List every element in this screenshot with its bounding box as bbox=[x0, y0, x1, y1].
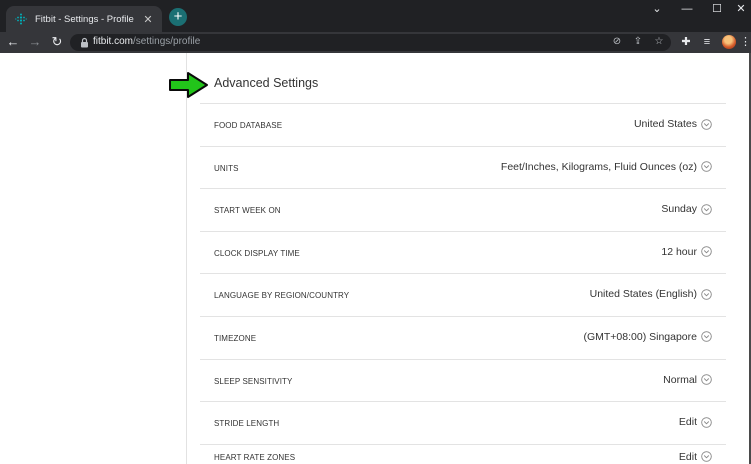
setting-value-dropdown[interactable]: Normal bbox=[663, 374, 712, 386]
close-tab-icon[interactable]: ✕ bbox=[142, 13, 154, 26]
url-text: fitbit.com/settings/profile bbox=[93, 36, 200, 47]
setting-value: Feet/Inches, Kilograms, Fluid Ounces (oz… bbox=[500, 160, 697, 173]
setting-value: Edit bbox=[678, 450, 697, 463]
setting-label: FOOD DATABASE bbox=[214, 121, 283, 130]
setting-value-dropdown[interactable]: United States bbox=[634, 118, 712, 130]
address-bar[interactable]: fitbit.com/settings/profile ⊘ ⇪ ☆ bbox=[70, 34, 671, 51]
bookmark-star-icon[interactable]: ☆ bbox=[652, 35, 666, 49]
page-content: Advanced Settings FOOD DATABASE United S… bbox=[0, 53, 751, 464]
green-arrow-icon bbox=[169, 72, 208, 98]
setting-value: United States (English) bbox=[589, 288, 697, 301]
setting-value: Sunday bbox=[661, 203, 697, 216]
close-window-icon[interactable]: ✕ bbox=[726, 0, 751, 18]
minimize-icon[interactable]: — bbox=[672, 0, 702, 18]
avatar[interactable] bbox=[722, 35, 736, 49]
setting-row-clock-display-time[interactable]: CLOCK DISPLAY TIME 12 hour bbox=[200, 230, 726, 274]
section-title: Advanced Settings bbox=[214, 76, 319, 90]
setting-label: UNITS bbox=[214, 163, 239, 173]
setting-label: STRIDE LENGTH bbox=[214, 419, 280, 429]
setting-value-dropdown[interactable]: Feet/Inches, Kilograms, Fluid Ounces (oz… bbox=[501, 161, 712, 173]
setting-value-dropdown[interactable]: 12 hour bbox=[661, 246, 712, 258]
browser-tab[interactable]: Fitbit - Settings - Profile ✕ bbox=[6, 6, 162, 32]
setting-value-dropdown[interactable]: Edit bbox=[679, 451, 712, 463]
chevron-down-icon bbox=[701, 203, 712, 215]
setting-value: United States bbox=[633, 118, 697, 130]
setting-label: LANGUAGE BY REGION/COUNTRY bbox=[214, 291, 350, 301]
setting-value-dropdown[interactable]: Edit bbox=[679, 416, 712, 428]
setting-value-dropdown[interactable]: United States (English) bbox=[590, 288, 712, 300]
settings-list: FOOD DATABASE United States UNITS Feet/I… bbox=[200, 103, 726, 464]
setting-value: Normal bbox=[663, 373, 697, 386]
share-icon[interactable]: ⇪ bbox=[631, 35, 645, 49]
url-path: /settings/profile bbox=[133, 36, 201, 47]
new-tab-button[interactable]: + bbox=[169, 8, 187, 26]
chevron-down-icon bbox=[701, 416, 712, 428]
eye-off-icon[interactable]: ⊘ bbox=[610, 35, 624, 49]
reload-icon[interactable]: ↻ bbox=[49, 34, 65, 50]
setting-row-food-database[interactable]: FOOD DATABASE United States bbox=[200, 103, 726, 146]
tab-title: Fitbit - Settings - Profile bbox=[35, 13, 134, 25]
setting-value-dropdown[interactable]: Sunday bbox=[661, 203, 712, 215]
back-icon[interactable]: ← bbox=[5, 34, 21, 50]
setting-value-dropdown[interactable]: (GMT+08:00) Singapore bbox=[583, 331, 712, 343]
chevron-down-icon bbox=[701, 118, 712, 130]
setting-row-start-week-on[interactable]: START WEEK ON Sunday bbox=[200, 188, 726, 231]
browser-toolbar: ← → ↻ fitbit.com/settings/profile ⊘ ⇪ ☆ … bbox=[0, 32, 751, 53]
chevron-down-icon[interactable]: ⌄ bbox=[642, 0, 672, 18]
setting-label: HEART RATE ZONES bbox=[214, 452, 296, 462]
setting-row-language[interactable]: LANGUAGE BY REGION/COUNTRY United States… bbox=[200, 273, 726, 316]
setting-value: 12 hour bbox=[661, 245, 697, 258]
fitbit-favicon-icon bbox=[14, 12, 28, 26]
url-host: fitbit.com bbox=[93, 36, 134, 47]
setting-value: (GMT+08:00) Singapore bbox=[583, 330, 697, 343]
chevron-down-icon bbox=[701, 289, 712, 300]
media-queue-icon[interactable]: ≡ bbox=[699, 34, 715, 50]
setting-value: Edit bbox=[678, 416, 697, 429]
chevron-down-icon bbox=[701, 374, 712, 385]
setting-row-timezone[interactable]: TIMEZONE (GMT+08:00) Singapore bbox=[200, 315, 726, 359]
forward-icon[interactable]: → bbox=[27, 34, 43, 50]
menu-icon[interactable]: ⋮ bbox=[740, 34, 751, 50]
chevron-down-icon bbox=[701, 161, 712, 172]
setting-row-units[interactable]: UNITS Feet/Inches, Kilograms, Fluid Ounc… bbox=[200, 145, 726, 189]
setting-label: CLOCK DISPLAY TIME bbox=[214, 248, 300, 258]
extensions-icon[interactable]: ✚ bbox=[678, 34, 694, 50]
tab-strip: Fitbit - Settings - Profile ✕ + ⌄ — ☐ ✕ bbox=[0, 0, 751, 32]
chevron-down-icon bbox=[701, 451, 712, 463]
chevron-down-icon bbox=[701, 331, 712, 343]
setting-label: TIMEZONE bbox=[214, 333, 257, 343]
setting-row-heart-rate-zones[interactable]: HEART RATE ZONES Edit bbox=[200, 443, 726, 464]
setting-row-sleep-sensitivity[interactable]: SLEEP SENSITIVITY Normal bbox=[200, 358, 726, 402]
setting-label: SLEEP SENSITIVITY bbox=[214, 376, 293, 386]
setting-label: START WEEK ON bbox=[214, 206, 281, 216]
setting-row-stride-length[interactable]: STRIDE LENGTH Edit bbox=[200, 401, 726, 444]
chevron-down-icon bbox=[701, 246, 712, 258]
sidebar-divider bbox=[186, 53, 187, 464]
lock-icon bbox=[81, 37, 88, 48]
